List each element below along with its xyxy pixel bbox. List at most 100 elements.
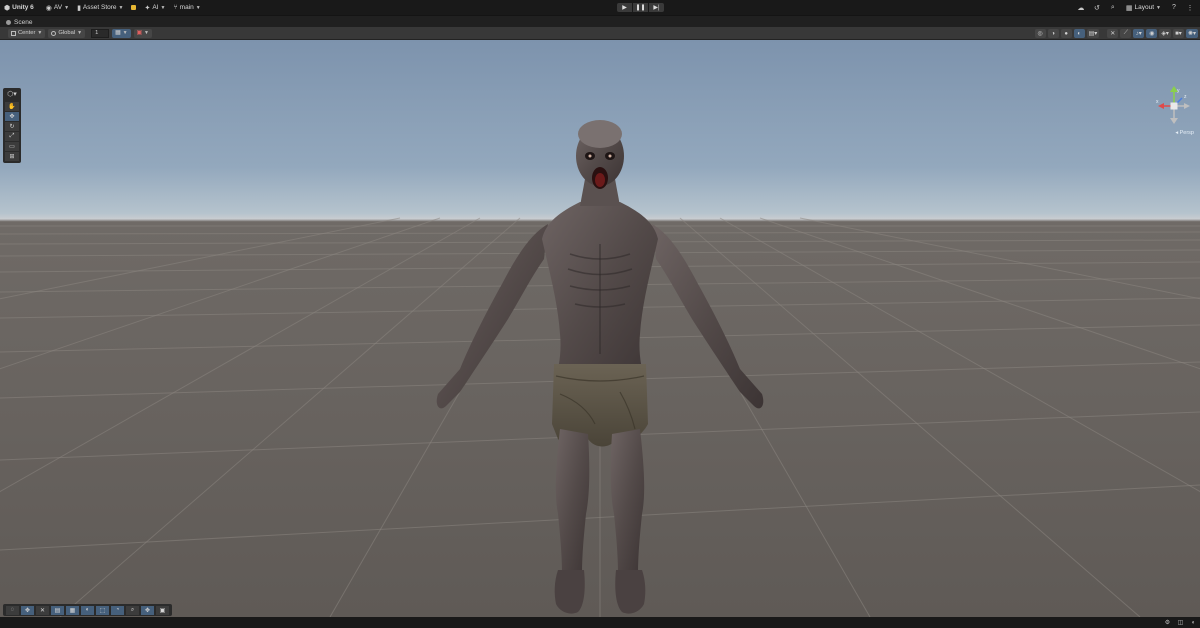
overlay-orbit[interactable]: ◌ bbox=[6, 605, 19, 615]
grid-increment-field[interactable]: 1 bbox=[91, 28, 110, 38]
overlay-search[interactable]: ⌕ bbox=[126, 605, 139, 615]
scale-tool[interactable]: ⤢ bbox=[5, 132, 19, 141]
overlay-cross[interactable]: ✕ bbox=[36, 605, 49, 615]
wireframe-icon: ◎ bbox=[1037, 31, 1043, 37]
camera-overlay-icon: ◔ bbox=[115, 607, 120, 613]
layers-icon: ▤ bbox=[54, 607, 61, 614]
debug-icon[interactable]: ⚙ bbox=[1163, 618, 1172, 627]
gizmos-dropdown[interactable]: ✺▾ bbox=[1185, 29, 1198, 38]
rect-tool[interactable]: ▭ bbox=[5, 142, 19, 151]
gizmo-y-label: y bbox=[1177, 88, 1180, 94]
rect-icon: ▭ bbox=[9, 144, 15, 150]
step-button[interactable]: ▶| bbox=[649, 3, 664, 12]
gizmo-x-label: x bbox=[1156, 99, 1159, 105]
user-icon: ◉ bbox=[45, 4, 52, 12]
audio-toggle[interactable]: ♪▾ bbox=[1133, 29, 1145, 38]
pivot-icon bbox=[11, 30, 16, 36]
camera-dropdown[interactable]: ■▾ bbox=[1172, 29, 1184, 38]
history-icon[interactable]: ↺ bbox=[1090, 2, 1104, 14]
lighting-icon: ⟋ bbox=[1123, 30, 1128, 36]
draw-mode-icon: ▤▾ bbox=[1088, 31, 1098, 37]
chevron-down-icon: ▼ bbox=[118, 4, 124, 11]
tool-settings-icon: ⬡▾ bbox=[7, 91, 17, 98]
overlay-lighting[interactable]: ◐ bbox=[81, 605, 94, 615]
user-menu[interactable]: ◉ AV ▼ bbox=[42, 0, 73, 15]
orientation-gizmo[interactable]: y x z ◂ Persp bbox=[1154, 84, 1194, 136]
branch-menu[interactable]: ⑂ main ▼ bbox=[169, 0, 204, 15]
chevron-down-icon: ▼ bbox=[1156, 4, 1161, 11]
grid-icon: ▦ bbox=[115, 30, 121, 36]
asset-store-menu[interactable]: ▮ Asset Store ▼ bbox=[73, 0, 127, 15]
scene-icon bbox=[6, 19, 11, 25]
pivot-rotation-dropdown[interactable]: Global ▼ bbox=[48, 28, 86, 38]
ai-label: AI bbox=[152, 4, 159, 11]
scene-viewport[interactable]: ⬡▾ ✋ ✥ ↻ ⤢ ▭ ⊞ y x z ◂ Persp ◌ ✥ ✕ ▤ ▦ ◐… bbox=[0, 40, 1200, 617]
layout-menu[interactable]: ▦ Layout ▼ bbox=[1122, 0, 1165, 15]
pivot-mode-label: Center bbox=[18, 30, 36, 36]
console-icon[interactable]: ◐ bbox=[1189, 618, 1198, 627]
pivot-mode-dropdown[interactable]: Center ▼ bbox=[8, 28, 46, 38]
help-icon[interactable]: ? bbox=[1167, 2, 1181, 14]
pause-icon: ❚❚ bbox=[635, 5, 646, 11]
play-button[interactable]: ▶ bbox=[617, 3, 632, 12]
gizmos-icon: ✺▾ bbox=[1187, 31, 1196, 37]
layout-label: Layout bbox=[1134, 4, 1155, 11]
grid-snap-dropdown[interactable]: ▦ ▼ bbox=[112, 28, 131, 38]
overlay-scene[interactable]: ⬚ bbox=[96, 605, 109, 615]
cloud-icon[interactable]: ☁ bbox=[1074, 2, 1088, 14]
account-menu[interactable]: ⬢ Unity 6 bbox=[0, 0, 38, 15]
search-icon[interactable]: ⌕ bbox=[1106, 2, 1120, 14]
draw-mode-dropdown[interactable]: ▤▾ bbox=[1086, 29, 1100, 38]
toggle-2d[interactable]: ✕ bbox=[1107, 29, 1119, 38]
overlay-grid[interactable]: ▦ bbox=[66, 605, 79, 615]
scene-toolbar: Center ▼ Global ▼ 1 ▦ ▼ ▣ ▼ ◎ ◑ ● ◐ ▤▾ ✕… bbox=[0, 27, 1200, 40]
move-tool[interactable]: ✥ bbox=[5, 112, 19, 121]
chevron-down-icon: ▼ bbox=[144, 30, 149, 36]
grid-overlay-icon: ▦ bbox=[69, 607, 76, 614]
pivot-rotation-label: Global bbox=[58, 30, 76, 36]
layout-icon: ▦ bbox=[1125, 4, 1133, 12]
lighting-overlay-icon: ◐ bbox=[85, 607, 90, 613]
unlit-toggle[interactable]: ● bbox=[1060, 29, 1072, 38]
shaded-wireframe-toggle[interactable]: ◑ bbox=[1047, 29, 1059, 38]
effects-toggle[interactable]: ◉ bbox=[1146, 29, 1158, 38]
move-icon: ✥ bbox=[9, 114, 15, 120]
overlay-camera[interactable]: ◔ bbox=[111, 605, 124, 615]
transform-icon: ⊞ bbox=[9, 154, 15, 160]
projection-label[interactable]: ◂ Persp bbox=[1175, 130, 1194, 136]
overlays-toolbar: ◌ ✥ ✕ ▤ ▦ ◐ ⬚ ◔ ⌕ ✥ ▣ bbox=[3, 604, 172, 616]
snap-icon: ▣ bbox=[136, 30, 142, 36]
chevron-down-icon: ▼ bbox=[160, 4, 166, 11]
shaded-icon: ◐ bbox=[1077, 30, 1081, 37]
pause-button[interactable]: ❚❚ bbox=[633, 3, 648, 12]
zombie-character[interactable] bbox=[420, 94, 780, 617]
unity-logo-icon: ⬢ bbox=[4, 4, 11, 12]
ai-menu[interactable]: ✦ AI ▼ bbox=[140, 0, 169, 15]
asset-store-label: Asset Store bbox=[82, 4, 117, 11]
overlay-move[interactable]: ✥ bbox=[141, 605, 154, 615]
view-tool[interactable]: ✋ bbox=[5, 102, 19, 111]
lighting-toggle[interactable]: ⟋ bbox=[1120, 29, 1132, 38]
snap-dropdown[interactable]: ▣ ▼ bbox=[133, 28, 152, 38]
chevron-down-icon: ▼ bbox=[122, 30, 128, 36]
progress-icon[interactable]: ◫ bbox=[1176, 618, 1185, 627]
cross-icon: ✕ bbox=[39, 607, 46, 614]
scale-icon: ⤢ bbox=[9, 133, 15, 139]
wireframe-toggle[interactable]: ◎ bbox=[1034, 29, 1046, 38]
shopping-bag-icon: ▮ bbox=[77, 4, 81, 12]
transform-tool[interactable]: ⊞ bbox=[5, 152, 19, 161]
tool-settings-dropdown[interactable]: ⬡▾ bbox=[3, 88, 21, 100]
credits-icon[interactable] bbox=[131, 5, 137, 10]
overlay-pivot[interactable]: ✥ bbox=[21, 605, 34, 615]
hand-icon: ✋ bbox=[8, 104, 16, 110]
pivot-overlay-icon: ✥ bbox=[24, 607, 31, 614]
more-icon[interactable]: ⋮ bbox=[1183, 2, 1197, 14]
tab-scene-label: Scene bbox=[14, 18, 33, 26]
axis-gizmo-icon: y x z bbox=[1156, 86, 1190, 124]
overlay-settings[interactable]: ▣ bbox=[156, 605, 169, 615]
shaded-toggle[interactable]: ◐ bbox=[1073, 29, 1085, 38]
overlay-layers[interactable]: ▤ bbox=[51, 605, 64, 615]
status-bar: ⚙ ◫ ◐ bbox=[0, 617, 1200, 628]
rotate-tool[interactable]: ↻ bbox=[5, 122, 19, 131]
hidden-objects-dropdown[interactable]: ◈▾ bbox=[1159, 29, 1171, 38]
